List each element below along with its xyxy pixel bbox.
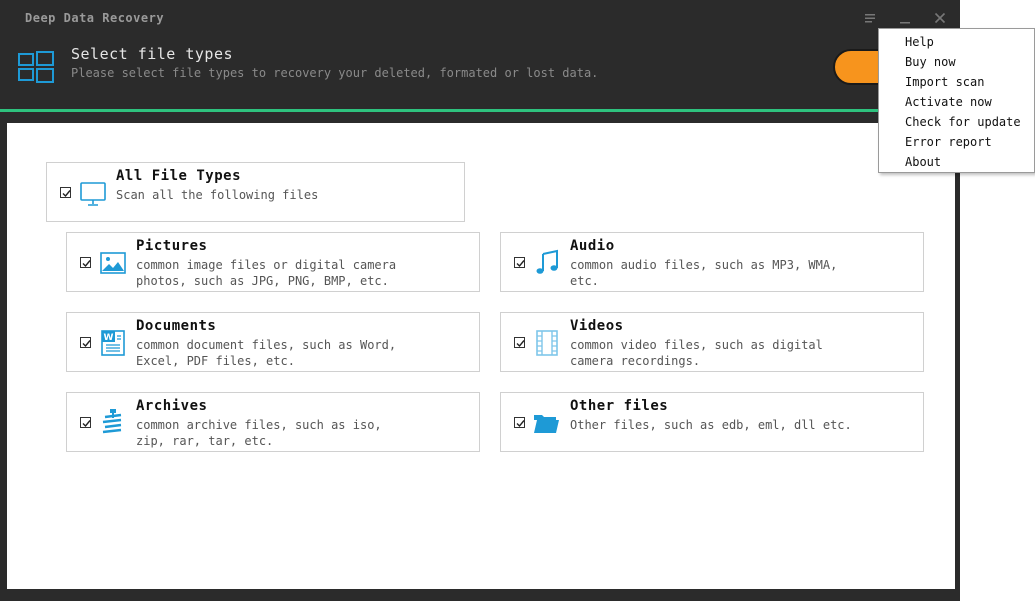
page-title: Select file types [71,45,234,63]
videos-checkbox[interactable] [514,337,525,348]
pictures-title: Pictures [136,238,208,254]
archives-checkbox[interactable] [80,417,91,428]
app-title: Deep Data Recovery [25,11,165,25]
monitor-icon [80,182,106,206]
file-type-panel: All File Types Scan all the following fi… [7,123,955,589]
svg-text:W: W [104,333,114,343]
word-document-icon: W [101,330,125,356]
all-file-types-desc: Scan all the following files [116,188,319,202]
pictures-desc: common image files or digital camera pho… [136,258,397,288]
all-file-types-title: All File Types [116,168,242,184]
audio-title: Audio [570,238,615,254]
file-type-card-other-files[interactable]: Other files Other files, such as edb, em… [500,392,924,452]
videos-desc: common video files, such as digital came… [570,338,823,368]
title-bar: Deep Data Recovery [0,0,960,40]
other-files-checkbox[interactable] [514,417,525,428]
picture-icon [100,252,126,274]
close-icon[interactable] [932,10,948,26]
music-note-icon [536,249,558,274]
app-window: Deep Data Recovery Select file types Ple… [0,0,960,601]
documents-title: Documents [136,318,217,334]
other-files-desc: Other files, such as edb, eml, dll etc. [570,418,852,432]
documents-checkbox[interactable] [80,337,91,348]
videos-title: Videos [570,318,624,334]
all-file-types-checkbox[interactable] [60,187,71,198]
menu-item-check-for-update[interactable]: Check for update [905,115,1021,129]
archives-desc: common archive files, such as iso, zip, … [136,418,382,448]
film-strip-icon [536,330,558,356]
pictures-checkbox[interactable] [80,257,91,268]
other-files-title: Other files [570,398,669,414]
menu-icon[interactable] [862,10,878,26]
file-type-card-documents[interactable]: W Documents common document files, such … [66,312,480,372]
settings-dropdown-menu: Help Buy now Import scan Activate now Ch… [878,28,1035,173]
archive-icon [102,409,122,434]
folder-icon [534,415,559,433]
file-type-card-audio[interactable]: Audio common audio files, such as MP3, W… [500,232,924,292]
archives-title: Archives [136,398,208,414]
menu-item-help[interactable]: Help [905,35,934,49]
menu-item-activate-now[interactable]: Activate now [905,95,992,109]
file-type-card-archives[interactable]: Archives common archive files, such as i… [66,392,480,452]
menu-item-about[interactable]: About [905,155,941,169]
file-type-card-videos[interactable]: Videos common video files, such as digit… [500,312,924,372]
audio-checkbox[interactable] [514,257,525,268]
file-type-card-pictures[interactable]: Pictures common image files or digital c… [66,232,480,292]
documents-desc: common document files, such as Word, Exc… [136,338,397,368]
menu-item-import-scan[interactable]: Import scan [905,75,984,89]
menu-item-buy-now[interactable]: Buy now [905,55,956,69]
accent-divider [0,109,960,112]
audio-desc: common audio files, such as MP3, WMA, et… [570,258,838,288]
windows-grid-icon [18,51,54,83]
menu-item-error-report[interactable]: Error report [905,135,992,149]
minimize-icon[interactable] [897,10,913,26]
all-file-types-card[interactable]: All File Types Scan all the following fi… [46,162,465,222]
page-subtitle: Please select file types to recovery you… [71,66,599,80]
